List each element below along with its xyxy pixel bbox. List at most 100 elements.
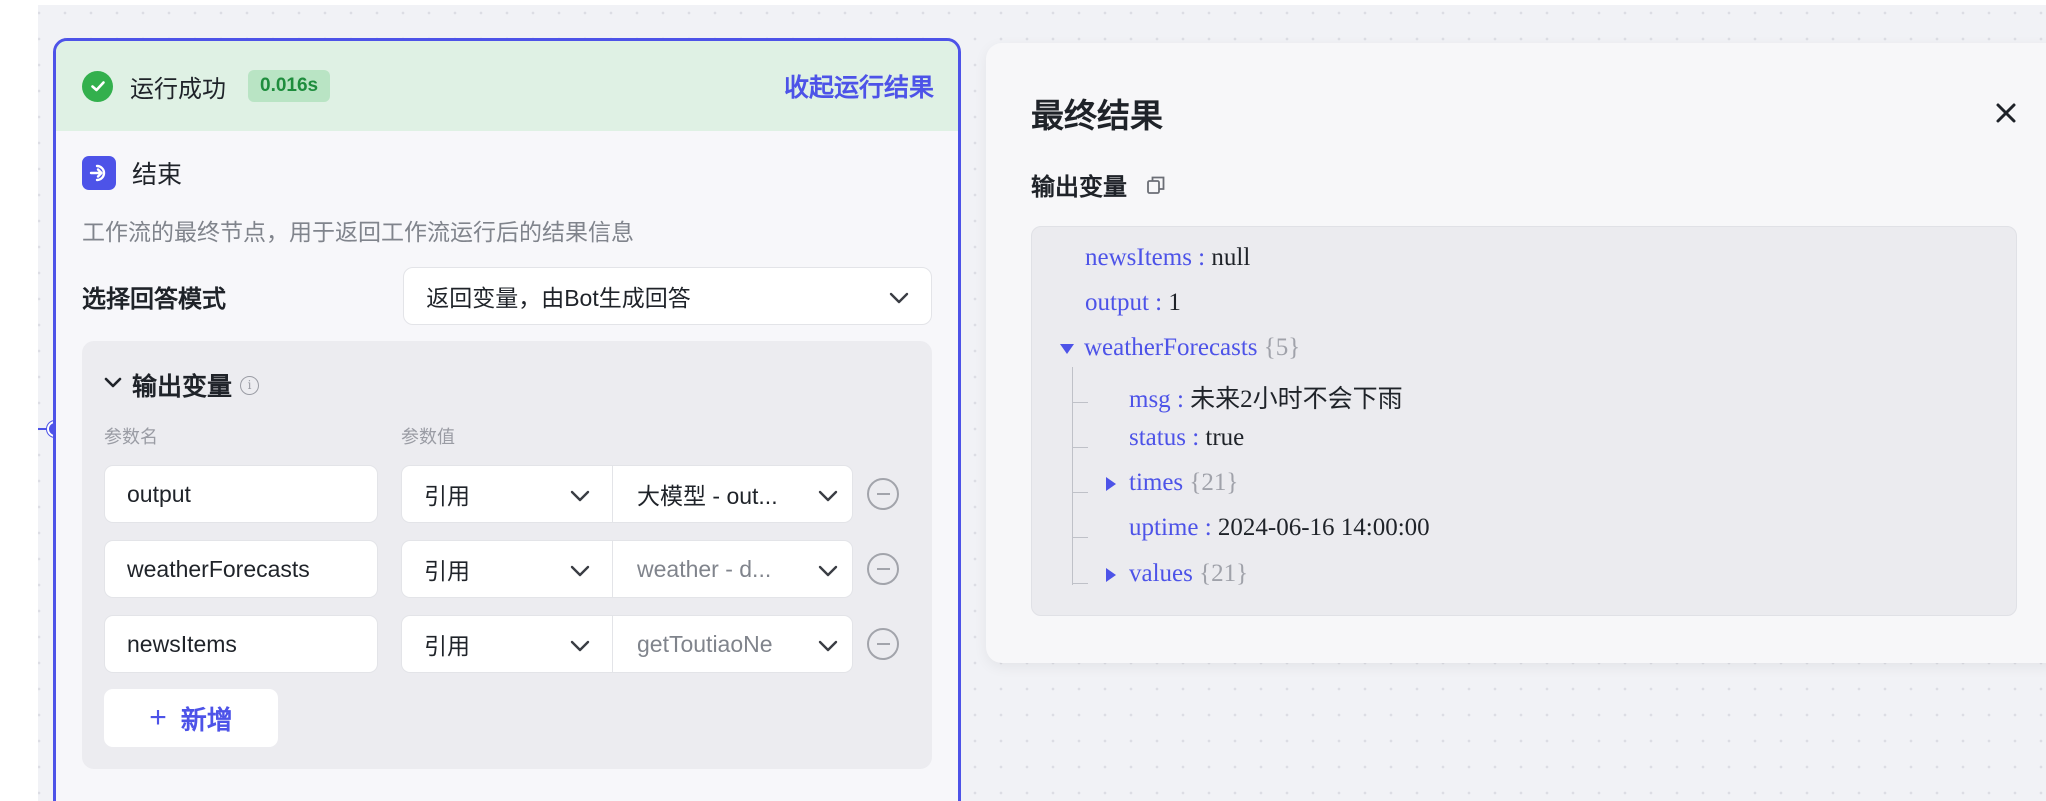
param-ref-select[interactable]: 引用 — [401, 540, 613, 598]
json-count: {21} — [1189, 469, 1239, 496]
output-variables-title: 输出变量 — [132, 373, 233, 401]
node-header: 结束 — [56, 131, 958, 191]
tree-guide-branch — [1072, 447, 1088, 448]
close-icon[interactable] — [1986, 93, 2026, 133]
json-sep: : — [1170, 386, 1191, 413]
param-value-text: 大模型 - out... — [637, 483, 778, 509]
json-line-status: status : true — [1129, 424, 1244, 452]
param-row: newsItems 引用 getToutiaoNe — [104, 615, 910, 673]
add-param-label: 新增 — [180, 704, 233, 735]
final-result-panel: 最终结果 输出变量 newsItems : null output : 1 we… — [986, 43, 2046, 663]
output-variables-section: 输出变量 i 参数名 参数值 output 引用 大模型 - out... we… — [82, 341, 932, 769]
chevron-down-icon — [818, 631, 838, 658]
chevron-down-icon — [818, 481, 838, 508]
output-variables-label: 输出变量 — [1031, 174, 1127, 201]
param-value-select[interactable]: getToutiaoNe — [613, 615, 853, 673]
json-sep: : — [1198, 514, 1218, 541]
json-line-msg: msg : 未来2小时不会下雨 — [1129, 379, 1403, 415]
collapse-result-button[interactable]: 收起运行结果 — [784, 68, 934, 104]
param-ref-value: 引用 — [424, 483, 470, 509]
json-key: weatherForecasts — [1084, 334, 1258, 361]
remove-param-button[interactable] — [867, 553, 899, 585]
canvas-left-edge — [0, 0, 38, 801]
answer-mode-value: 返回变量，由Bot生成回答 — [426, 285, 691, 311]
json-key: status — [1129, 424, 1186, 451]
canvas-top-edge — [38, 0, 2046, 5]
json-key: newsItems — [1085, 244, 1192, 271]
param-value-text: getToutiaoNe — [637, 630, 773, 657]
run-status-text: 运行成功 — [130, 75, 226, 103]
json-line-uptime: uptime : 2024-06-16 14:00:00 — [1129, 514, 1430, 542]
json-key: msg — [1129, 386, 1171, 413]
chevron-down-icon — [818, 556, 838, 583]
json-key: uptime — [1129, 514, 1199, 541]
tree-guide-branch — [1072, 492, 1088, 493]
json-line-values[interactable]: values {21} — [1106, 560, 1248, 588]
json-key: values — [1129, 560, 1193, 587]
param-value-select[interactable]: 大模型 - out... — [613, 465, 853, 523]
answer-mode-row: 选择回答模式 返回变量，由Bot生成回答 — [56, 247, 958, 325]
param-ref-value: 引用 — [424, 633, 470, 659]
chevron-down-icon — [889, 283, 909, 310]
check-circle-icon — [82, 70, 113, 102]
json-count: {5} — [1263, 334, 1301, 361]
remove-param-button[interactable] — [867, 478, 899, 510]
chevron-down-icon — [570, 556, 590, 583]
output-variables-header[interactable]: 输出变量 i — [104, 367, 910, 403]
triangle-right-icon[interactable] — [1106, 477, 1116, 492]
param-name-input[interactable]: output — [104, 465, 378, 523]
json-line-weatherforecasts[interactable]: weatherForecasts {5} — [1060, 334, 1300, 362]
json-value: 1 — [1168, 289, 1181, 316]
add-param-button[interactable]: + 新增 — [104, 689, 278, 747]
output-variables-row: 输出变量 — [1031, 167, 1167, 202]
param-value-header: 参数值 — [401, 427, 455, 447]
result-panel-title: 最终结果 — [1031, 97, 1163, 134]
json-sep: : — [1191, 244, 1212, 271]
remove-param-button[interactable] — [867, 628, 899, 660]
run-status-bar: 运行成功 0.016s 收起运行结果 — [56, 41, 958, 131]
param-row: output 引用 大模型 - out... — [104, 465, 910, 523]
json-key: output — [1085, 289, 1149, 316]
triangle-down-icon[interactable] — [1060, 344, 1074, 355]
param-value-select[interactable]: weather - d... — [613, 540, 853, 598]
chevron-down-icon — [570, 631, 590, 658]
json-value: 2024-06-16 14:00:00 — [1217, 514, 1430, 541]
triangle-right-icon[interactable] — [1106, 568, 1116, 583]
json-line-newsitems: newsItems : null — [1085, 244, 1250, 272]
run-time-badge: 0.016s — [248, 70, 331, 102]
node-description: 工作流的最终节点，用于返回工作流运行后的结果信息 — [82, 219, 634, 245]
end-node-icon — [82, 156, 116, 190]
param-name-input[interactable]: weatherForecasts — [104, 540, 378, 598]
end-node-card[interactable]: 运行成功 0.016s 收起运行结果 结束 工作流的最终节点，用于返回工作流运行… — [53, 38, 961, 801]
json-value: true — [1205, 424, 1245, 451]
chevron-down-icon — [570, 481, 590, 508]
param-name-input[interactable]: newsItems — [104, 615, 378, 673]
tree-guide-branch — [1072, 583, 1088, 584]
info-icon[interactable]: i — [240, 375, 260, 395]
json-value: null — [1211, 244, 1251, 271]
tree-guide-branch — [1072, 402, 1088, 403]
param-value-text: weather - d... — [637, 555, 772, 582]
json-sep: : — [1148, 289, 1169, 316]
param-ref-select[interactable]: 引用 — [401, 615, 613, 673]
json-key: times — [1129, 469, 1184, 496]
param-row: weatherForecasts 引用 weather - d... — [104, 540, 910, 598]
param-ref-value: 引用 — [424, 558, 470, 584]
copy-icon[interactable] — [1145, 174, 1167, 196]
chevron-down-icon[interactable] — [104, 376, 122, 394]
json-viewer: newsItems : null output : 1 weatherForec… — [1031, 226, 2017, 616]
json-sep: : — [1185, 424, 1206, 451]
param-name-header: 参数名 — [104, 427, 158, 447]
json-line-output: output : 1 — [1085, 289, 1181, 317]
json-count: {21} — [1199, 560, 1249, 587]
node-title: 结束 — [132, 161, 183, 189]
tree-guide-line — [1072, 367, 1073, 585]
answer-mode-label: 选择回答模式 — [82, 285, 226, 313]
json-line-times[interactable]: times {21} — [1106, 469, 1238, 497]
param-ref-select[interactable]: 引用 — [401, 465, 613, 523]
answer-mode-select[interactable]: 返回变量，由Bot生成回答 — [403, 267, 932, 325]
param-column-headers: 参数名 参数值 — [104, 423, 910, 449]
tree-guide-branch — [1072, 537, 1088, 538]
json-value: 未来2小时不会下雨 — [1190, 386, 1403, 413]
plus-icon: + — [149, 701, 167, 734]
